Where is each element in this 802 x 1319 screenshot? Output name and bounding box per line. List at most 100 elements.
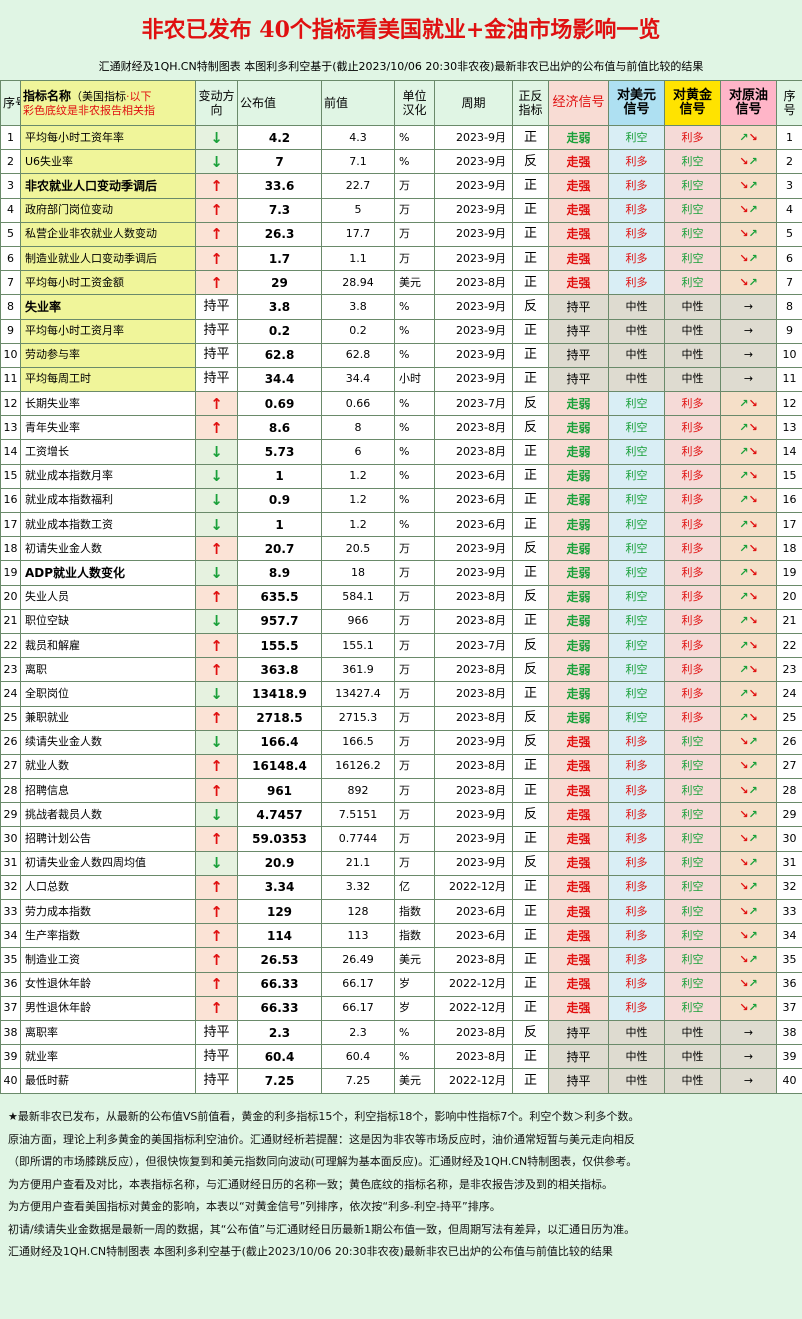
- published-value: 0.9: [237, 487, 322, 514]
- table-row: 22 裁员和解雇 ↑ 155.5 155.1 万 2023-7月反走弱 利空 利多 ↗↘ 22: [0, 632, 802, 659]
- table-row: 39 就业率 持平 60.4 60.4% 2023-8月正持平 中性 中性 → 39: [0, 1044, 802, 1070]
- indicator-name: 最低时薪: [20, 1068, 196, 1094]
- usd-signal: 利空: [608, 487, 665, 514]
- table-row: 18 初请失业金人数 ↑ 20.7 20.5 万 2023-9月反走弱 利空 利多 ↗↘ 18: [0, 536, 802, 562]
- usd-signal: 利空: [608, 632, 665, 659]
- previous-value: 361.9: [321, 657, 395, 683]
- economy-signal: 走强: [548, 898, 609, 925]
- previous-value: 21.1: [321, 850, 395, 876]
- direction-indicator: ↑: [195, 753, 238, 780]
- direction-indicator: ↑: [195, 971, 238, 997]
- oil-signal: ↘↗: [720, 221, 777, 247]
- indicator-name: 长期失业率: [20, 391, 196, 417]
- row-index-right: 10: [776, 342, 802, 368]
- previous-value: 166.5: [321, 729, 395, 755]
- table-row: 13 青年失业率 ↑ 8.6 8% 2023-8月反走弱 利空 利多 ↗↘ 13: [0, 415, 802, 441]
- published-value: 1.7: [237, 245, 322, 272]
- row-index: 40: [0, 1068, 21, 1094]
- row-index-right: 7: [776, 270, 802, 296]
- oil-signal: ↘↗: [720, 270, 777, 296]
- period-label: 2023-8月: [434, 270, 513, 296]
- usd-signal: 利空: [608, 681, 665, 707]
- indicator-name: 平均每小时工资年率: [20, 124, 196, 151]
- published-value: 957.7: [237, 608, 322, 634]
- usd-signal: 中性: [608, 1019, 665, 1046]
- unit-label: 岁: [394, 971, 435, 997]
- oil-signal: ↗↘: [720, 608, 777, 634]
- header-name: 指标名称（美国指标·以下 彩色底纹是非农报告相关指: [20, 80, 196, 126]
- usd-signal: 利多: [608, 197, 665, 223]
- previous-value: 128: [321, 898, 395, 925]
- published-value: 59.0353: [237, 826, 322, 852]
- row-index-right: 8: [776, 294, 802, 320]
- usd-signal: 利多: [608, 729, 665, 755]
- unit-label: 万: [394, 560, 435, 586]
- sign-label: 反: [512, 536, 549, 562]
- previous-value: 3.8: [321, 294, 395, 320]
- direction-indicator: 持平: [195, 366, 238, 393]
- direction-indicator: ↑: [195, 947, 238, 973]
- sign-label: 反: [512, 415, 549, 441]
- direction-indicator: ↑: [195, 995, 238, 1021]
- unit-label: %: [394, 391, 435, 417]
- economy-signal: 走弱: [548, 632, 609, 659]
- unit-label: %: [394, 1044, 435, 1070]
- row-index-right: 38: [776, 1019, 802, 1046]
- table-row: 40 最低时薪 持平 7.25 7.25 美元 2022-12月正持平 中性 中性 → 40: [0, 1068, 802, 1094]
- unit-label: 万: [394, 584, 435, 610]
- table-row: 26 续请失业金人数 ↓ 166.4 166.5 万 2023-9月反走强 利多 利空 ↘↗ 26: [0, 729, 802, 755]
- usd-signal: 利空: [608, 415, 665, 441]
- unit-label: 万: [394, 608, 435, 634]
- direction-indicator: ↑: [195, 221, 238, 247]
- row-index: 38: [0, 1019, 21, 1046]
- indicator-name: 青年失业率: [20, 415, 196, 441]
- sign-label: 正: [512, 511, 549, 538]
- period-label: 2023-8月: [434, 657, 513, 683]
- note-line: 为方便用户查看及对比，本表指标名称，与汇通财经日历的名称一致；黄色底纹的指标名称…: [8, 1177, 613, 1191]
- oil-signal: ↗↘: [720, 560, 777, 586]
- table-row: 35 制造业工资 ↑ 26.53 26.49 美元 2023-8月正走强 利多 利空 ↘↗ 35: [0, 947, 802, 973]
- sign-label: 正: [512, 971, 549, 997]
- table-row: 28 招聘信息 ↑ 961 892 万 2023-8月正走强 利多 利空 ↘↗ 28: [0, 778, 802, 804]
- page-title: 非农已发布 40个指标看美国就业+金油市场影响一览: [141, 17, 661, 43]
- oil-signal: ↘↗: [720, 729, 777, 755]
- row-index-right: 14: [776, 439, 802, 465]
- row-index-right: 40: [776, 1068, 802, 1094]
- gold-signal: 利空: [664, 874, 721, 901]
- row-index-right: 20: [776, 584, 802, 610]
- usd-signal: 利多: [608, 173, 665, 199]
- unit-label: %: [394, 318, 435, 344]
- row-index: 6: [0, 245, 21, 272]
- row-index-right: 11: [776, 366, 802, 393]
- indicator-name: 失业人员: [20, 584, 196, 610]
- notes: ★最新非农已发布，从最新的公布值VS前值看，黄金的利多指标15个，利空指标18个…: [8, 1106, 796, 1264]
- direction-indicator: 持平: [195, 318, 238, 344]
- sign-label: 正: [512, 463, 549, 489]
- period-label: 2022-12月: [434, 874, 513, 901]
- sign-label: 正: [512, 560, 549, 586]
- row-index-right: 34: [776, 923, 802, 949]
- economy-signal: 走弱: [548, 511, 609, 538]
- published-value: 4.2: [237, 124, 322, 151]
- usd-signal: 利多: [608, 826, 665, 852]
- row-index: 37: [0, 995, 21, 1021]
- published-value: 635.5: [237, 584, 322, 610]
- usd-signal: 利空: [608, 511, 665, 538]
- economy-signal: 走弱: [548, 536, 609, 562]
- oil-signal: →: [720, 1068, 777, 1094]
- indicator-name: 劳力成本指数: [20, 898, 196, 925]
- gold-signal: 中性: [664, 318, 721, 344]
- gold-signal: 利多: [664, 632, 721, 659]
- economy-signal: 走强: [548, 221, 609, 247]
- sign-label: 正: [512, 681, 549, 707]
- period-label: 2022-12月: [434, 995, 513, 1021]
- header-period: 周期: [434, 80, 513, 126]
- published-value: 34.4: [237, 366, 322, 393]
- oil-signal: ↗↘: [720, 632, 777, 659]
- published-value: 26.3: [237, 221, 322, 247]
- gold-signal: 利多: [664, 439, 721, 465]
- unit-label: %: [394, 487, 435, 514]
- row-index: 18: [0, 536, 21, 562]
- sign-label: 正: [512, 221, 549, 247]
- row-index-right: 36: [776, 971, 802, 997]
